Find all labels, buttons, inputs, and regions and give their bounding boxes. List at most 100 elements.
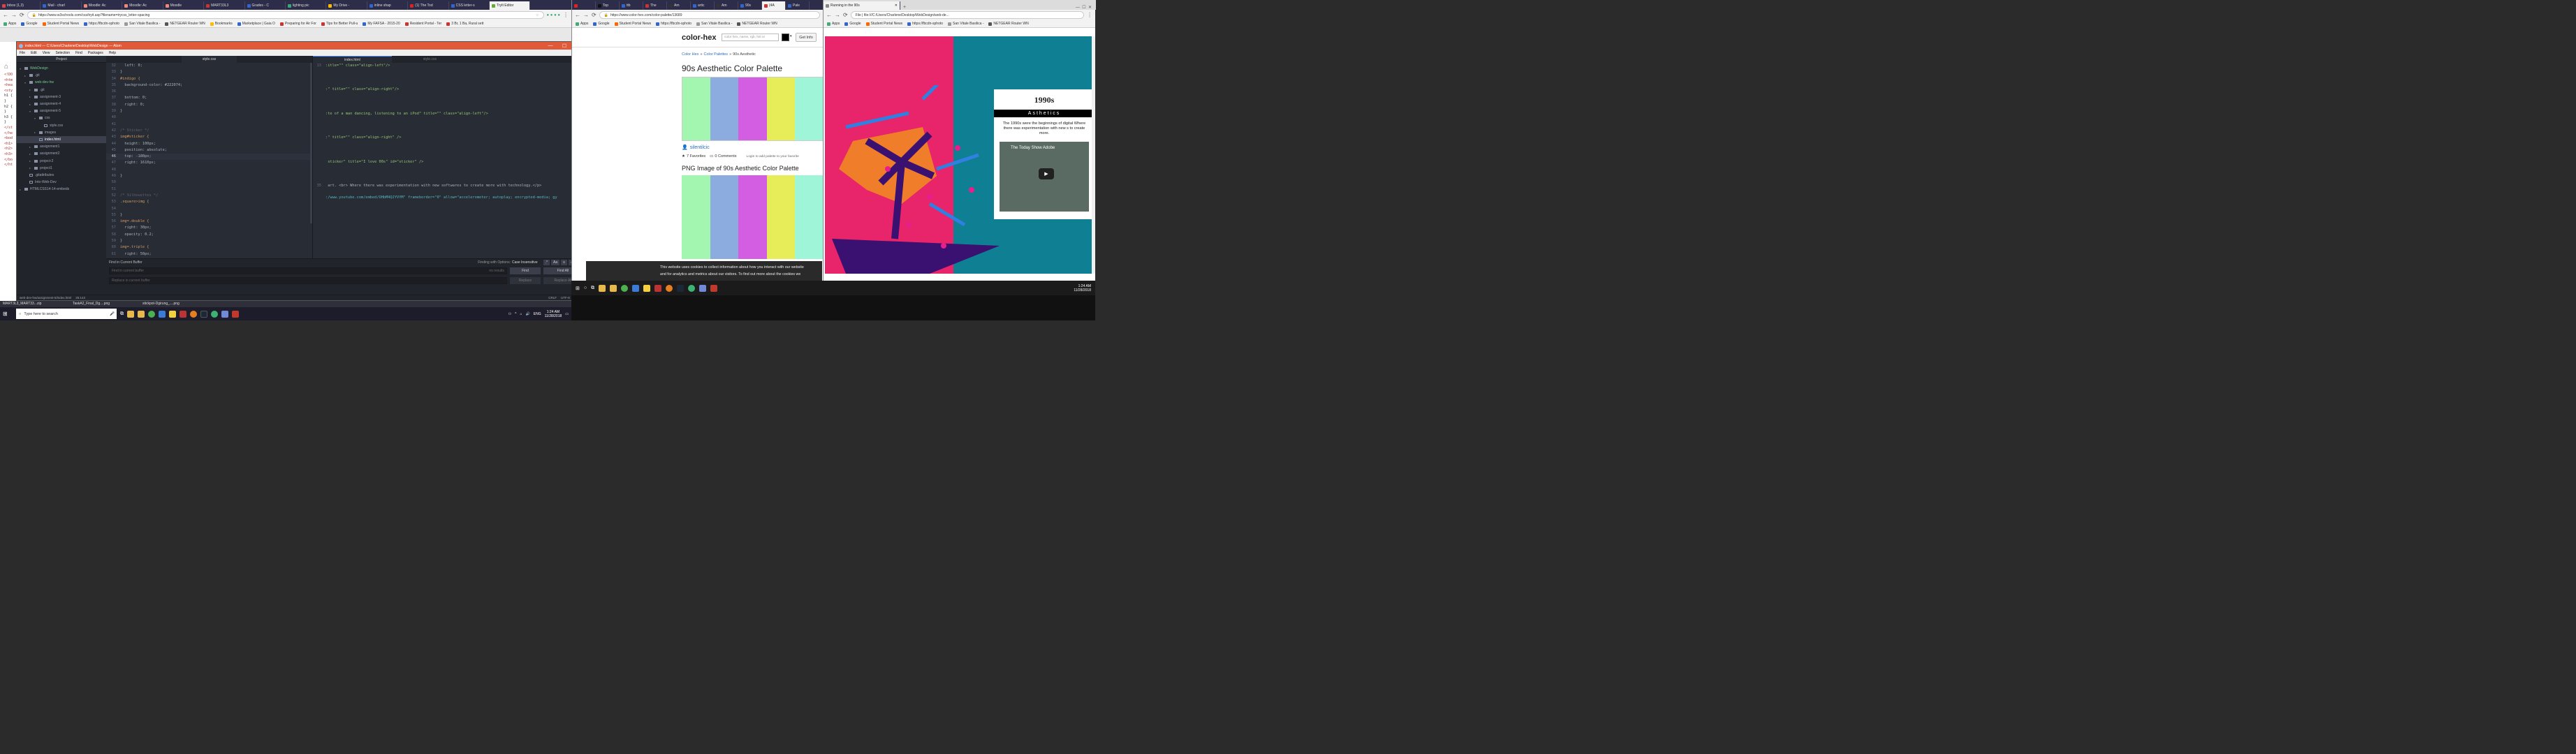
author-link[interactable]: silentilcic bbox=[690, 145, 710, 150]
browser-tab[interactable]: Am bbox=[667, 1, 691, 10]
steam-icon[interactable] bbox=[677, 284, 685, 292]
discord-icon[interactable] bbox=[221, 310, 228, 318]
tree-item[interactable]: ▸ .git bbox=[17, 72, 106, 79]
tree-item[interactable]: style.css bbox=[17, 122, 106, 129]
reload-icon[interactable]: ⟳ bbox=[843, 12, 848, 18]
tree-item[interactable]: ▸ project-2 bbox=[17, 157, 106, 164]
star-icon[interactable]: ☆ bbox=[536, 13, 539, 17]
menu-find[interactable]: Find bbox=[75, 51, 82, 55]
windows-start-icon[interactable]: ⊞ bbox=[576, 286, 580, 291]
get-info-button[interactable]: Get Info bbox=[796, 33, 817, 42]
tree-item[interactable]: ▸ assignment2 bbox=[17, 150, 106, 157]
browser-tab[interactable]: My Drive - bbox=[326, 1, 367, 10]
embedded-video[interactable]: The Today Show Adobe ▶ bbox=[1000, 142, 1089, 212]
language-indicator[interactable]: ENG bbox=[534, 312, 541, 316]
color-hex-logo[interactable]: color-hex bbox=[682, 34, 717, 42]
download-item[interactable]: MART3L3_MART33...zip bbox=[3, 302, 41, 306]
volume-icon[interactable]: 🔊 bbox=[526, 312, 530, 316]
menu-icon[interactable]: ⋮ bbox=[563, 12, 569, 18]
bookmark-item[interactable]: Apps bbox=[827, 22, 840, 26]
bookmark-item[interactable]: Resident Portal - Ter bbox=[404, 22, 441, 26]
css-code-lines[interactable]: 32 left: 0; 33} 34 #indigo {35 background-c… bbox=[106, 63, 312, 258]
firefox-icon[interactable] bbox=[666, 284, 673, 292]
bookmark-item[interactable]: Preparing for Air For bbox=[279, 22, 316, 26]
tree-item[interactable]: ▾ WebDesign bbox=[17, 65, 106, 72]
project-header[interactable]: Project bbox=[17, 56, 106, 63]
status-file-path[interactable]: web-dev-hw/assignment-5/index.html bbox=[20, 296, 71, 300]
bookmark-item[interactable]: Marketplace | Gaia O bbox=[237, 22, 275, 26]
bookmark-item[interactable]: San Vitale Basilica - bbox=[124, 22, 160, 26]
browser-tab[interactable]: (4A bbox=[762, 1, 786, 10]
window-controls[interactable]: — ☐ ✕ bbox=[1071, 5, 1096, 10]
browser-tab[interactable]: CSS letter-s bbox=[449, 1, 490, 10]
mail-icon[interactable] bbox=[632, 284, 640, 292]
bookmark-item[interactable]: Student Portal News bbox=[614, 22, 651, 26]
task-view-icon[interactable]: ⧉ bbox=[120, 311, 124, 317]
color-picker-dropdown-icon[interactable]: ▾ bbox=[790, 34, 792, 38]
breadcrumb-link[interactable]: Color Hex bbox=[682, 52, 698, 57]
store-icon[interactable] bbox=[138, 310, 145, 318]
bookmark-item[interactable]: NETGEAR Router WN bbox=[988, 22, 1029, 26]
color-search-input[interactable]: color hex, name, rgb, hsl or bbox=[722, 34, 779, 41]
tree-item[interactable]: ▸ images bbox=[17, 129, 106, 136]
back-icon[interactable]: ← bbox=[826, 12, 832, 18]
home-icon[interactable]: ⌂ bbox=[4, 61, 14, 71]
bookmark-item[interactable]: San Vitale Basilica - bbox=[696, 22, 732, 26]
menu-file[interactable]: File bbox=[20, 51, 25, 55]
tab-style-css-right[interactable]: style.css bbox=[392, 56, 468, 63]
acrobat-icon[interactable] bbox=[232, 310, 239, 318]
discord-icon[interactable] bbox=[699, 284, 707, 292]
task-view-icon[interactable]: ⧉ bbox=[591, 286, 594, 291]
browser-tab[interactable]: Mail - charl bbox=[41, 1, 82, 10]
atom-icon[interactable] bbox=[211, 310, 218, 318]
case-toggle-icon[interactable]: Aa bbox=[551, 260, 560, 265]
comments-count[interactable]: 0 Comments bbox=[715, 154, 736, 158]
play-button-icon[interactable]: ▶ bbox=[1039, 168, 1054, 179]
clock-date[interactable]: 11/28/2018 bbox=[545, 314, 562, 318]
find-input[interactable]: Find in current buffer no results bbox=[109, 267, 507, 274]
chrome-icon[interactable] bbox=[148, 310, 155, 318]
sticky-notes-icon[interactable] bbox=[643, 284, 651, 292]
browser-tab[interactable]: (1) The Tod bbox=[408, 1, 449, 10]
replace-input[interactable]: Replace in current buffer bbox=[109, 277, 507, 284]
browser-tab[interactable]: ttb bbox=[620, 1, 643, 10]
tree-item[interactable]: ▸ HTMLCSS14-14-embeds bbox=[17, 186, 106, 193]
people-icon[interactable]: ⚇ bbox=[508, 312, 511, 316]
minimize-button[interactable]: — bbox=[543, 43, 557, 48]
app-icon[interactable] bbox=[654, 284, 662, 292]
palette-swatch[interactable] bbox=[766, 77, 795, 140]
tree-item[interactable]: ▾ web-dev-hw bbox=[17, 79, 106, 86]
menu-help[interactable]: Help bbox=[109, 51, 116, 55]
breadcrumb-link[interactable]: Color Palettes bbox=[704, 52, 729, 57]
bookmark-item[interactable]: 3 Br, 1 Ba, Rural sett bbox=[446, 22, 483, 26]
bookmark-item[interactable]: Student Portal News bbox=[42, 22, 79, 26]
bookmark-item[interactable]: Google bbox=[21, 22, 38, 26]
tree-item[interactable]: ▸ assignment-3 bbox=[17, 94, 106, 101]
store-icon[interactable] bbox=[610, 284, 617, 292]
bookmark-item[interactable]: NETGEAR Router WN bbox=[737, 22, 777, 26]
back-icon[interactable]: ← bbox=[3, 12, 8, 18]
taskbar-search-box[interactable]: ○ Type here to search 🎤 bbox=[16, 309, 117, 319]
mail-icon[interactable] bbox=[159, 310, 166, 318]
maximize-button[interactable]: ☐ bbox=[557, 43, 571, 49]
tab-index-html[interactable]: index.html bbox=[313, 56, 392, 64]
bookmark-item[interactable]: https://fbcdn-sphoto bbox=[907, 22, 943, 26]
firefox-icon[interactable] bbox=[190, 310, 197, 318]
browser-tab[interactable]: MART33L3 bbox=[204, 1, 245, 10]
explorer-icon[interactable] bbox=[127, 310, 134, 318]
tree-item[interactable]: index.html bbox=[17, 135, 106, 144]
browser-tab[interactable]: The bbox=[643, 1, 667, 10]
login-text[interactable]: Login to add palette to your favorite bbox=[747, 155, 799, 158]
bookmark-item[interactable]: Apps bbox=[3, 22, 16, 26]
forward-icon[interactable]: → bbox=[583, 12, 589, 18]
sticky-notes-icon[interactable] bbox=[169, 310, 176, 318]
bookmark-item[interactable]: Apps bbox=[576, 22, 588, 26]
palette-swatch[interactable] bbox=[710, 77, 739, 140]
palette-swatch[interactable] bbox=[738, 77, 767, 140]
browser-tab[interactable]: Inbox (1,3) bbox=[0, 1, 41, 10]
menu-packages[interactable]: Packages bbox=[88, 51, 103, 55]
find-button[interactable]: Find bbox=[510, 267, 541, 274]
forward-icon[interactable]: → bbox=[11, 12, 17, 18]
right-scrollbar[interactable] bbox=[1092, 36, 1095, 274]
tab-running-in-the-90s[interactable]: Running in the 90s ✕ bbox=[824, 1, 900, 10]
